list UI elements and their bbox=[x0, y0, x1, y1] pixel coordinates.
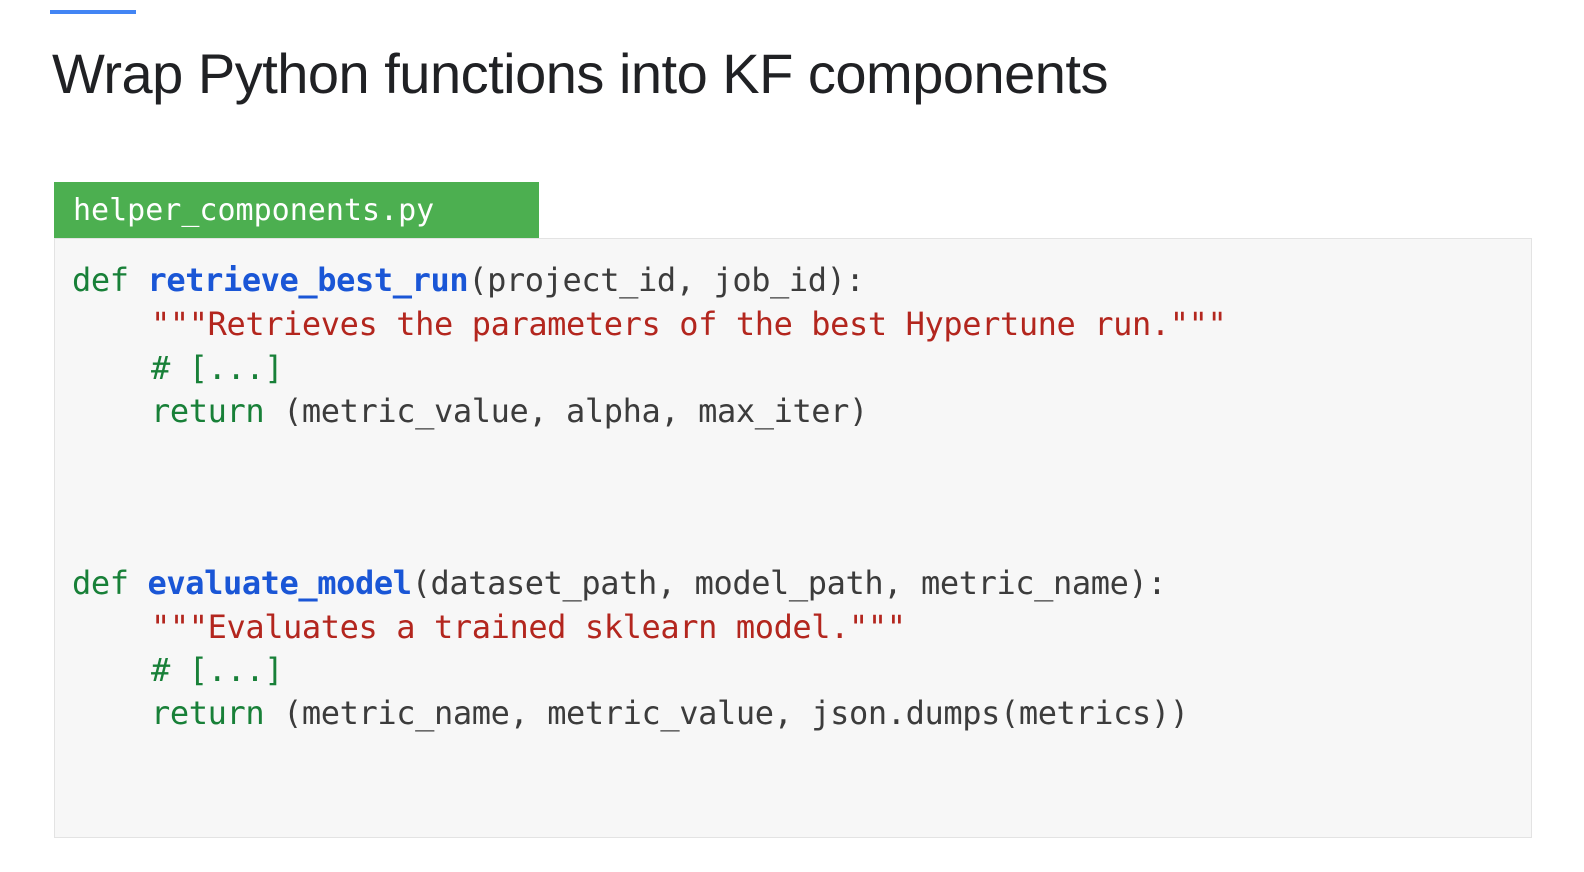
return-value: (metric_value, alpha, max_iter) bbox=[264, 392, 868, 430]
code-line-def-evaluate-model: def evaluate_model(dataset_path, model_p… bbox=[72, 561, 1167, 605]
docstring: """Evaluates a trained sklearn model.""" bbox=[151, 608, 906, 646]
code-line-docstring: """Retrieves the parameters of the best … bbox=[151, 302, 1227, 346]
function-signature: (dataset_path, model_path, metric_name): bbox=[411, 564, 1167, 602]
code-comment: # [...] bbox=[151, 349, 284, 387]
function-signature: (project_id, job_id): bbox=[468, 261, 865, 299]
slide-title: Wrap Python functions into KF components bbox=[52, 42, 1108, 105]
docstring: """Retrieves the parameters of the best … bbox=[151, 305, 1227, 343]
slide: Wrap Python functions into KF components… bbox=[0, 0, 1584, 872]
code-line-comment: # [...] bbox=[151, 346, 283, 390]
def-keyword: def bbox=[72, 261, 129, 299]
return-value: (metric_name, metric_value, json.dumps(m… bbox=[264, 694, 1189, 732]
return-keyword: return bbox=[151, 694, 265, 732]
file-name-tab: helper_components.py bbox=[54, 182, 539, 238]
code-line-docstring: """Evaluates a trained sklearn model.""" bbox=[151, 605, 906, 649]
title-accent-bar bbox=[50, 10, 136, 14]
function-name: evaluate_model bbox=[147, 564, 412, 602]
code-line-return: return (metric_value, alpha, max_iter) bbox=[151, 389, 868, 433]
code-line-comment: # [...] bbox=[151, 648, 283, 692]
def-keyword: def bbox=[72, 564, 129, 602]
code-line-return: return (metric_name, metric_value, json.… bbox=[151, 691, 1189, 735]
function-name: retrieve_best_run bbox=[147, 261, 469, 299]
code-comment: # [...] bbox=[151, 651, 284, 689]
return-keyword: return bbox=[151, 392, 265, 430]
code-line-def-retrieve-best-run: def retrieve_best_run(project_id, job_id… bbox=[72, 258, 865, 302]
